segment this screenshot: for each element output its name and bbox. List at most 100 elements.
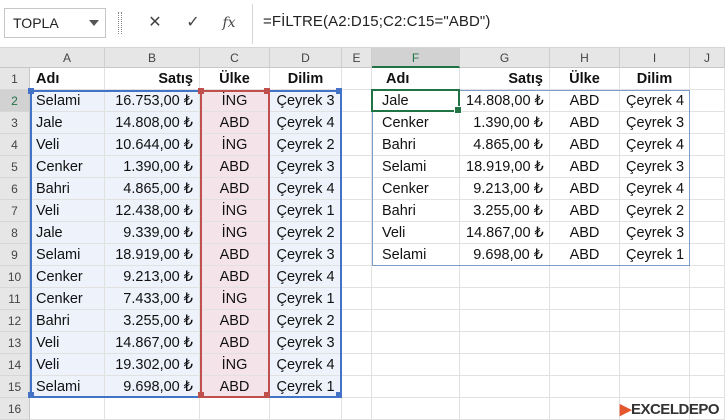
empty-cell[interactable] <box>342 200 372 222</box>
result-cell-name[interactable]: Selami <box>372 156 460 178</box>
source-cell-name[interactable]: Veli <box>30 200 105 222</box>
row-header-4[interactable]: 4 <box>0 134 30 156</box>
name-box[interactable]: TOPLA <box>4 8 106 38</box>
result-cell-period[interactable]: Çeyrek 3 <box>620 222 690 244</box>
source-cell-country[interactable]: İNG <box>200 134 270 156</box>
empty-cell[interactable] <box>372 288 460 310</box>
result-cell-country[interactable]: ABD <box>550 156 620 178</box>
empty-cell[interactable] <box>460 354 550 376</box>
source-cell-period[interactable]: Çeyrek 2 <box>270 134 342 156</box>
result-cell-name[interactable]: Cenker <box>372 112 460 134</box>
empty-cell[interactable] <box>460 266 550 288</box>
result-cell-country[interactable]: ABD <box>550 178 620 200</box>
source-cell-name[interactable]: Selami <box>30 244 105 266</box>
source-cell-country[interactable]: ABD <box>200 376 270 398</box>
row-header-13[interactable]: 13 <box>0 332 30 354</box>
empty-cell[interactable] <box>105 398 200 420</box>
empty-cell[interactable] <box>372 332 460 354</box>
result-cell-sales[interactable]: 18.919,00 ₺ <box>460 156 550 178</box>
source-cell-sales[interactable]: 1.390,00 ₺ <box>105 156 200 178</box>
source-cell-country[interactable]: ABD <box>200 178 270 200</box>
source-cell-name[interactable]: Bahri <box>30 178 105 200</box>
empty-cell[interactable] <box>342 112 372 134</box>
empty-cell[interactable] <box>550 398 620 420</box>
source-cell-period[interactable]: Çeyrek 4 <box>270 112 342 134</box>
result-header-sales[interactable]: Satış <box>460 68 550 90</box>
empty-cell[interactable] <box>620 266 690 288</box>
column-header-h[interactable]: H <box>550 48 620 68</box>
empty-cell[interactable] <box>690 178 725 200</box>
empty-cell[interactable] <box>342 90 372 112</box>
source-cell-period[interactable]: Çeyrek 3 <box>270 156 342 178</box>
source-cell-country[interactable]: ABD <box>200 112 270 134</box>
empty-cell[interactable] <box>372 376 460 398</box>
empty-cell[interactable] <box>550 288 620 310</box>
row-header-10[interactable]: 10 <box>0 266 30 288</box>
column-header-j[interactable]: J <box>690 48 725 68</box>
column-header-i[interactable]: I <box>620 48 690 68</box>
empty-cell[interactable] <box>550 332 620 354</box>
source-cell-name[interactable]: Selami <box>30 376 105 398</box>
empty-cell[interactable] <box>270 398 342 420</box>
row-header-16[interactable]: 16 <box>0 398 30 420</box>
row-header-9[interactable]: 9 <box>0 244 30 266</box>
result-cell-period[interactable]: Çeyrek 1 <box>620 244 690 266</box>
empty-cell[interactable] <box>550 310 620 332</box>
result-cell-name[interactable]: Bahri <box>372 134 460 156</box>
column-header-c[interactable]: C <box>200 48 270 68</box>
source-header-name[interactable]: Adı <box>30 68 105 90</box>
empty-cell[interactable] <box>690 310 725 332</box>
formula-input[interactable]: =FİLTRE(A2:D15;C2:C15="ABD") <box>252 4 725 44</box>
source-cell-period[interactable]: Çeyrek 1 <box>270 288 342 310</box>
empty-cell[interactable] <box>690 354 725 376</box>
source-cell-sales[interactable]: 18.919,00 ₺ <box>105 244 200 266</box>
source-cell-name[interactable]: Bahri <box>30 310 105 332</box>
source-cell-sales[interactable]: 19.302,00 ₺ <box>105 354 200 376</box>
source-cell-name[interactable]: Cenker <box>30 266 105 288</box>
source-cell-period[interactable]: Çeyrek 4 <box>270 354 342 376</box>
row-header-5[interactable]: 5 <box>0 156 30 178</box>
empty-cell[interactable] <box>342 288 372 310</box>
worksheet-grid[interactable]: Adı Satış Ülke Dilim Selami 16.753,00 ₺ İNG Çey… <box>28 68 725 420</box>
row-header-7[interactable]: 7 <box>0 200 30 222</box>
column-header-d[interactable]: D <box>270 48 342 68</box>
empty-cell[interactable] <box>690 288 725 310</box>
result-cell-sales[interactable]: 4.865,00 ₺ <box>460 134 550 156</box>
column-header-g[interactable]: G <box>460 48 550 68</box>
empty-cell[interactable] <box>342 178 372 200</box>
result-cell-country[interactable]: ABD <box>550 222 620 244</box>
result-cell-name[interactable]: Cenker <box>372 178 460 200</box>
source-cell-name[interactable]: Jale <box>30 222 105 244</box>
empty-cell[interactable] <box>342 266 372 288</box>
source-cell-sales[interactable]: 7.433,00 ₺ <box>105 288 200 310</box>
empty-cell[interactable] <box>690 134 725 156</box>
source-cell-period[interactable]: Çeyrek 1 <box>270 200 342 222</box>
result-cell-sales[interactable]: 9.213,00 ₺ <box>460 178 550 200</box>
result-cell-name[interactable]: Selami <box>372 244 460 266</box>
source-cell-name[interactable]: Veli <box>30 134 105 156</box>
empty-cell[interactable] <box>620 310 690 332</box>
empty-cell[interactable] <box>550 266 620 288</box>
row-header-14[interactable]: 14 <box>0 354 30 376</box>
result-cell-sales[interactable]: 14.808,00 ₺ <box>460 90 550 112</box>
source-cell-period[interactable]: Çeyrek 4 <box>270 178 342 200</box>
result-cell-name[interactable]: Jale <box>372 90 460 112</box>
empty-cell[interactable] <box>372 398 460 420</box>
empty-cell[interactable] <box>620 332 690 354</box>
source-cell-sales[interactable]: 9.698,00 ₺ <box>105 376 200 398</box>
column-header-e[interactable]: E <box>342 48 372 68</box>
row-header-2[interactable]: 2 <box>0 90 30 112</box>
result-cell-sales[interactable]: 1.390,00 ₺ <box>460 112 550 134</box>
empty-cell[interactable] <box>550 354 620 376</box>
empty-cell[interactable] <box>620 376 690 398</box>
empty-cell[interactable] <box>690 332 725 354</box>
source-cell-country[interactable]: ABD <box>200 266 270 288</box>
source-header-country[interactable]: Ülke <box>200 68 270 90</box>
empty-cell[interactable] <box>460 332 550 354</box>
empty-cell[interactable] <box>460 376 550 398</box>
row-header-12[interactable]: 12 <box>0 310 30 332</box>
empty-cell[interactable] <box>30 398 105 420</box>
source-cell-sales[interactable]: 16.753,00 ₺ <box>105 90 200 112</box>
result-cell-period[interactable]: Çeyrek 4 <box>620 90 690 112</box>
empty-cell[interactable] <box>690 112 725 134</box>
